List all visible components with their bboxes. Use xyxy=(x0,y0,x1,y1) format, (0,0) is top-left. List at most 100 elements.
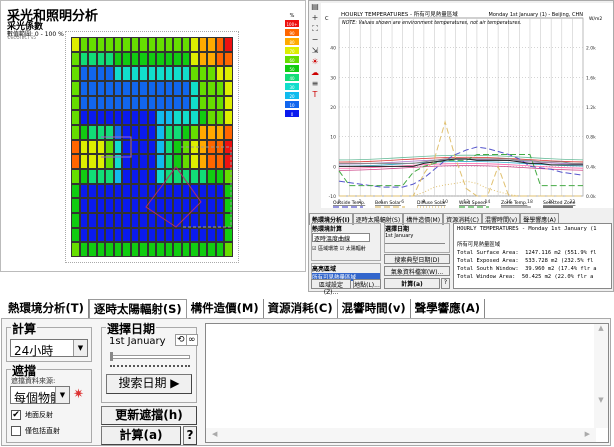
help-button[interactable]: ? xyxy=(441,278,450,289)
chevron-down-icon[interactable]: ▼ xyxy=(55,387,69,403)
shade-source-select[interactable]: 每個物體 ▼ xyxy=(10,386,70,405)
hourly-temperature-chart: 40 2.0k 30 1.6k 20 1.2k 10 0.8k 0 0.4k -10 0.0k 0 2 4 6… xyxy=(321,3,613,208)
date-group: 選擇日期 1st January ⟲ ∞ 搜索日期 ▶ xyxy=(101,320,198,403)
infinity-icon[interactable]: ∞ xyxy=(186,334,198,346)
print-icon[interactable]: ▤ xyxy=(309,1,321,12)
calculate-button[interactable]: 計算(a) xyxy=(101,426,181,445)
legend-swatch: 20 xyxy=(284,91,300,100)
vertical-scrollbar[interactable]: ▲ ▼ xyxy=(594,324,608,428)
calculate-button[interactable]: 計算(a) xyxy=(384,278,440,289)
legend-entry: Zone Temp. xyxy=(501,200,527,206)
y-axis-label: C xyxy=(325,16,329,22)
chart-title: HOURLY TEMPERATURES - 所有可見熱量區域 xyxy=(341,10,458,18)
sparkle-icon[interactable]: ✷ xyxy=(73,387,84,402)
calc-group: 計算 24小時 ▼ xyxy=(6,320,92,362)
results-textarea[interactable]: ▲ ▼ ◀ ▶ xyxy=(205,323,609,443)
tab-0[interactable]: 熱環境分析(T) xyxy=(4,299,89,318)
direct-only-checkbox[interactable] xyxy=(11,426,21,436)
fit-icon[interactable]: ⛶ xyxy=(309,23,321,34)
update-shading-button[interactable]: 更新遮擋(h) xyxy=(101,406,197,425)
ty-icon[interactable]: T xyxy=(309,89,321,100)
tab-2[interactable]: 構件造價(M) xyxy=(187,299,264,318)
zoom-out-icon[interactable]: − xyxy=(309,34,321,45)
y-tick-label: 10 xyxy=(330,135,336,141)
bar-icon[interactable]: ≡ xyxy=(309,78,321,89)
solar-radiation-panel: 計算 24小時 ▼ 遮擋 遮擋資料來源: 每個物體 ▼ ✷ ✔ 地面反射 僅包括直射 … xyxy=(1,318,611,446)
y2-tick-label: 0.0k xyxy=(586,194,596,200)
toolbar: ▤ + ⛶ − ⇲ ☀ ☁ ≡ T xyxy=(309,1,321,211)
ground-reflect-label: 地面反射 xyxy=(25,411,53,419)
horizontal-scrollbar[interactable]: ◀ ▶ xyxy=(206,428,596,442)
date-value: 1st January xyxy=(109,336,166,347)
legend-swatch: 10 xyxy=(284,100,300,109)
sun-icon[interactable]: ☀ xyxy=(309,56,321,67)
y-tick-label: 0 xyxy=(333,164,336,170)
group-label: 熱環境計算 xyxy=(312,226,343,233)
solar-label: 太陽輻射 xyxy=(345,246,366,252)
tab-1[interactable]: 逐時太陽輻射(S) xyxy=(88,299,187,318)
search-typical-date-button[interactable]: 搜索典型日期(D) xyxy=(384,254,450,264)
legend-swatch: 50 xyxy=(284,64,300,73)
x-tick-label: 6 xyxy=(401,199,404,205)
calc-period-select[interactable]: 24小時 ▼ xyxy=(10,339,88,358)
y-tick-label: 20 xyxy=(330,105,336,111)
calc-type-select[interactable]: 逐時溫度曲線 xyxy=(312,233,370,243)
legend-entry: Beam Solar xyxy=(375,200,401,206)
y2-tick-label: 1.2k xyxy=(586,105,596,111)
y2-tick-label: 0.4k xyxy=(586,164,596,170)
thermal-calc-group: 熱環境計算 逐時溫度曲線 ☑ 區域環境 ☑ 太陽輻射 xyxy=(311,223,381,261)
legend-entry: Outside Temp. xyxy=(333,200,365,206)
legend-swatch: 80 xyxy=(284,37,300,46)
chart-note: NOTE: Values shown are environment tempe… xyxy=(342,20,522,26)
search-date-button[interactable]: 搜索日期 ▶ xyxy=(106,374,192,394)
weather-icon[interactable]: ☁ xyxy=(309,67,321,78)
legend-swatch: 60 xyxy=(284,55,300,64)
date-group: 選擇日期 1st January xyxy=(384,223,450,253)
zone-settings-button[interactable]: 區域設定(Z)... xyxy=(311,279,351,296)
thermal-analysis-window: ▤ + ⛶ − ⇲ ☀ ☁ ≡ T 40 2.0k 30 1.6k 20 1.2k 10 0.8k 0 0.4k -… xyxy=(308,0,614,296)
chevron-down-icon[interactable]: ▼ xyxy=(73,340,87,356)
slider-ticks xyxy=(110,364,190,367)
y2-tick-label: 0.8k xyxy=(586,135,596,141)
help-button[interactable]: ? xyxy=(183,426,197,445)
group-label: 計算 xyxy=(11,320,38,337)
x-tick-label: 18 xyxy=(527,199,533,205)
date-slider[interactable] xyxy=(385,243,445,244)
legend-swatch: 90 xyxy=(284,28,300,37)
heatmap-caption: ©ECOTECT v5 xyxy=(7,35,36,40)
y-tick-label: -10 xyxy=(329,194,336,200)
refresh-icon[interactable]: ⟲ xyxy=(175,334,187,346)
weather-file-button[interactable]: 氣象資料檔案(W)... xyxy=(384,266,450,276)
tab-3[interactable]: 資源消耗(C) xyxy=(264,299,338,318)
tab-5[interactable]: 聲學響應(A) xyxy=(411,299,486,318)
daylight-analysis-view: 采光和照明分析 采光係數 數值範圍: 0 - 100 % ©ECOTECT v5… xyxy=(0,0,306,272)
group-label: 選擇日期 xyxy=(385,226,410,233)
series-line-2 xyxy=(339,180,583,197)
legend-swatch: 100+ xyxy=(284,19,300,28)
direct-only-label: 僅包括直射 xyxy=(25,427,60,435)
y-tick-label: 30 xyxy=(330,75,336,81)
y-tick-label: 40 xyxy=(330,46,336,52)
ground-reflect-checkbox[interactable]: ✔ xyxy=(11,410,21,420)
tab-4[interactable]: 混響時間(v) xyxy=(338,299,411,318)
location-button[interactable]: 地點(L)... xyxy=(353,279,381,289)
slider-handle[interactable] xyxy=(110,352,113,361)
environment-label: 區域環境 xyxy=(318,246,339,252)
shade-source-label: 遮擋資料來源: xyxy=(11,377,56,385)
building-outline xyxy=(101,136,232,228)
date-slider[interactable] xyxy=(110,355,190,359)
group-label: 選擇日期 xyxy=(106,320,157,337)
zoom-in-icon[interactable]: + xyxy=(309,12,321,23)
legend-swatch: 0 xyxy=(284,109,300,118)
legend-swatch: 40 xyxy=(284,73,300,82)
y2-tick-label: 2.0k xyxy=(586,46,596,52)
legend-entry: Wind Speed xyxy=(459,200,486,206)
results-text[interactable]: HOURLY TEMPERATURES - Monday 1st January… xyxy=(453,223,612,289)
selected-value: 24小時 xyxy=(14,344,54,358)
y2-axis-label: W/m2 xyxy=(589,16,602,22)
y2-tick-label: 1.6k xyxy=(586,75,596,81)
date-value: 1st January xyxy=(385,233,414,239)
shading-group: 遮擋 遮擋資料來源: 每個物體 ▼ ✷ ✔ 地面反射 僅包括直射 xyxy=(6,362,92,443)
analysis-tabs: 熱環境分析(T) 逐時太陽輻射(S) 構件造價(M) 資源消耗(C) 混響時間(v) 聲學… xyxy=(4,299,486,318)
scale-icon[interactable]: ⇲ xyxy=(309,45,321,56)
